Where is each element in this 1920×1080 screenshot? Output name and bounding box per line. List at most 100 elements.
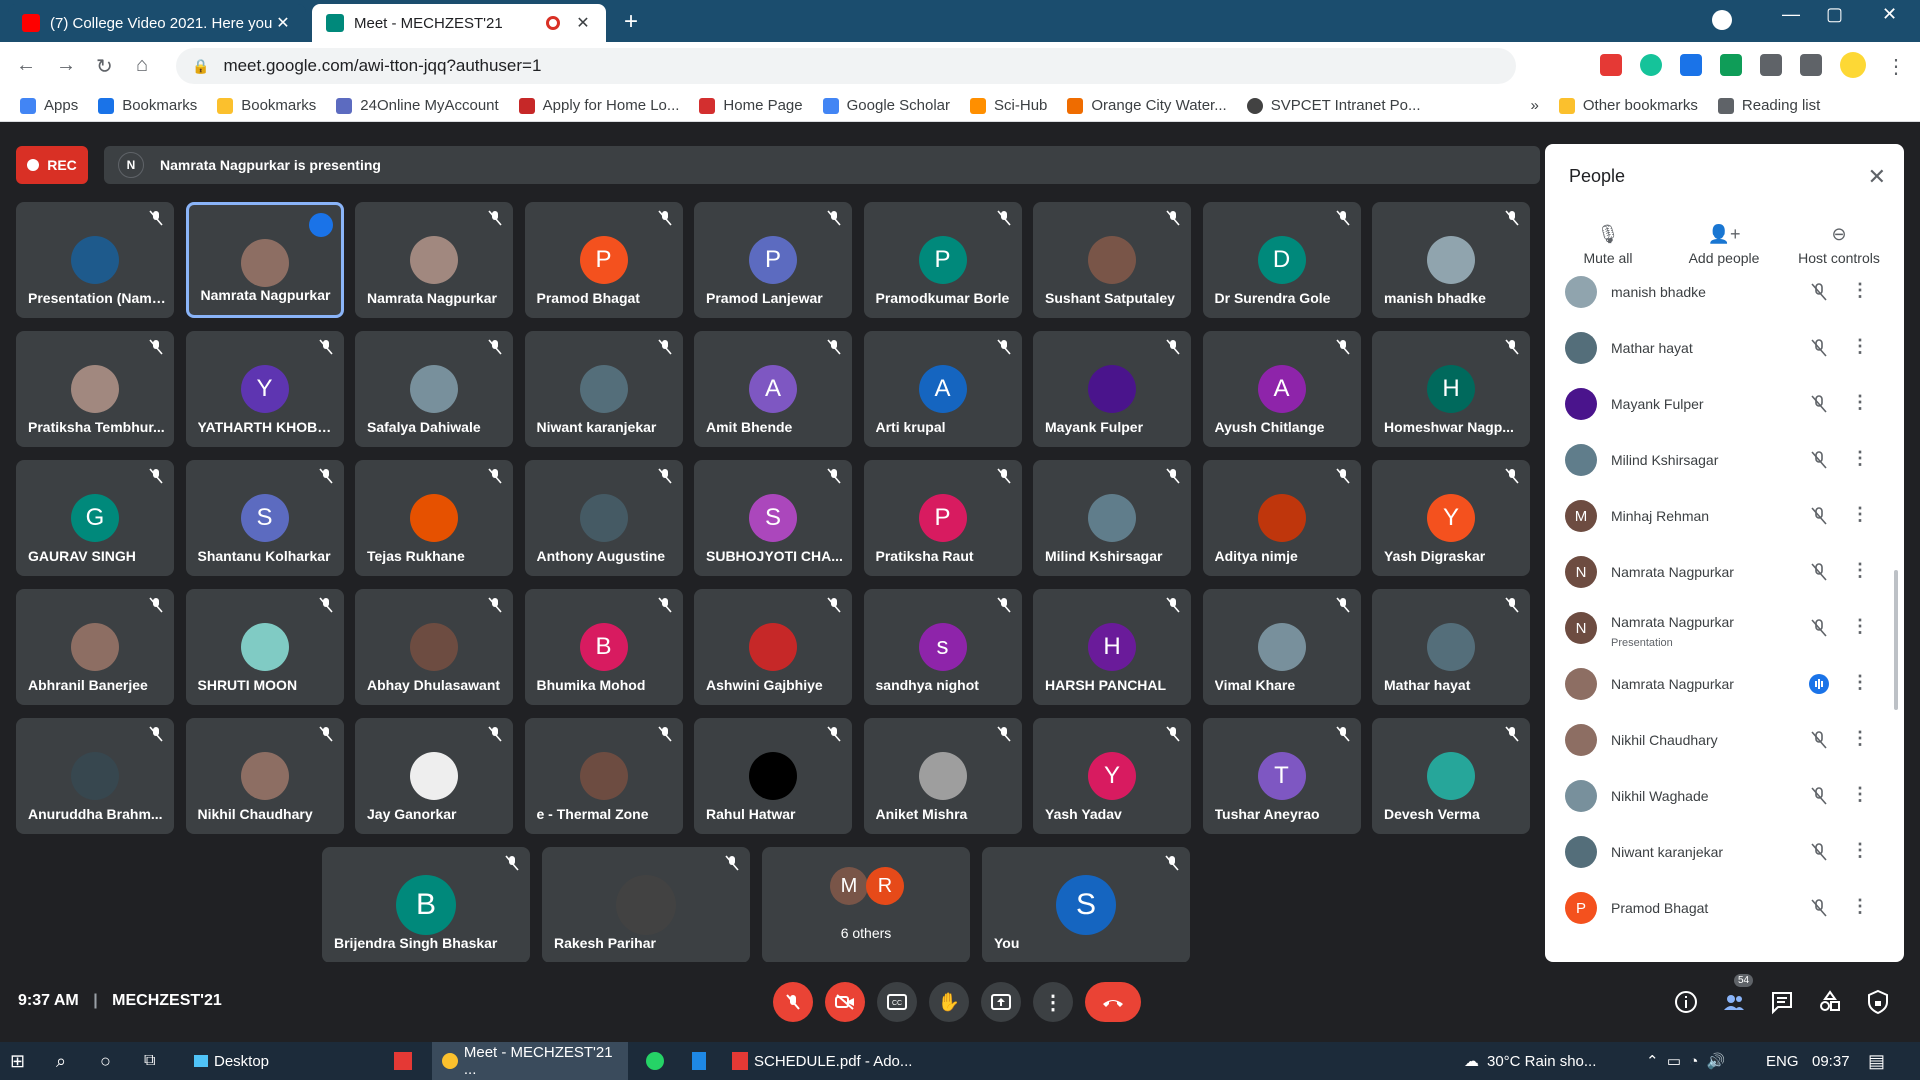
participant-row[interactable]: N Namrata Nagpurkar ⋮ [1545,546,1904,602]
cortana-icon[interactable]: ○ [100,1042,111,1080]
participant-tile[interactable]: Niwant karanjekar [524,331,683,447]
tab-youtube[interactable]: (7) College Video 2021. Here you ✕ [8,4,306,42]
participant-tile[interactable]: manish bhadke [1372,202,1530,318]
participant-tile[interactable]: P Pramod Lanjewar [694,202,852,318]
add-people-button[interactable]: 👤+ Add people [1674,224,1774,266]
close-window-icon[interactable]: ✕ [1882,4,1897,25]
more-vert-icon[interactable]: ⋮ [1851,728,1869,749]
participant-tile[interactable]: Mayank Fulper [1033,331,1191,447]
more-vert-icon[interactable]: ⋮ [1851,672,1869,693]
captions-button[interactable]: CC [877,982,917,1022]
participant-tile[interactable]: S SUBHOJYOTI CHA... [694,460,852,576]
chat-button[interactable] [1768,988,1796,1016]
participant-tile[interactable]: Safalya Dahiwale [355,331,513,447]
leave-call-button[interactable] [1085,982,1141,1022]
mic-off-icon[interactable] [1809,562,1829,582]
participant-row[interactable]: Mayank Fulper ⋮ [1545,378,1904,434]
media-icon[interactable] [1800,54,1822,76]
language-indicator[interactable]: ENG [1766,1042,1799,1080]
participant-tile[interactable]: Mathar hayat [1372,589,1530,705]
notifications-icon[interactable]: ▤ [1868,1042,1885,1080]
self-tile[interactable]: S You [982,847,1190,963]
start-button[interactable]: ⊞ [10,1042,25,1080]
participant-tile[interactable]: D Dr Surendra Gole [1202,202,1361,318]
activities-button[interactable] [1816,988,1844,1016]
bookmark-item[interactable]: 24Online MyAccount [336,97,499,114]
bookmark-item[interactable]: Apply for Home Lo... [518,97,679,114]
other-bookmarks[interactable]: Other bookmarks [1558,97,1698,114]
whatsapp-icon[interactable] [646,1042,664,1080]
participant-tile[interactable]: Nikhil Chaudhary [185,718,344,834]
mic-off-icon[interactable] [1809,450,1829,470]
forward-icon[interactable]: → [56,54,76,77]
participant-row[interactable]: manish bhadke ⋮ [1545,266,1904,322]
bookmark-item[interactable]: Google Scholar [822,97,950,114]
participant-tile[interactable]: A Arti krupal [863,331,1022,447]
participant-row[interactable]: Nikhil Waghade ⋮ [1545,770,1904,826]
extension-icon[interactable] [1680,54,1702,76]
grammarly-icon[interactable] [1640,54,1662,76]
home-icon[interactable]: ⌂ [136,54,148,77]
more-vert-icon[interactable]: ⋮ [1851,616,1869,637]
more-bookmarks-icon[interactable]: » [1531,97,1539,114]
participant-tile[interactable]: Presentation (Namrata Na... [16,202,174,318]
participant-tile[interactable]: P Pramod Bhagat [524,202,683,318]
panel-scrollbar[interactable] [1894,570,1898,710]
minimize-icon[interactable]: — [1782,4,1800,25]
mic-off-icon[interactable] [1809,394,1829,414]
host-controls-button[interactable]: ⊖ Host controls [1789,224,1889,266]
mic-off-icon[interactable] [1809,282,1829,302]
mic-off-button[interactable] [773,982,813,1022]
close-panel-icon[interactable]: ✕ [1868,164,1886,190]
participant-tile[interactable]: Sushant Satputaley [1033,202,1191,318]
participant-tile[interactable]: Jay Ganorkar [355,718,513,834]
participant-row[interactable]: M Minhaj Rehman ⋮ [1545,490,1904,546]
mute-all-button[interactable]: 🎙 Mute all [1558,224,1658,266]
mic-off-icon[interactable] [1809,338,1829,358]
participant-tile[interactable]: B Brijendra Singh Bhaskar [322,847,530,963]
extension-icon[interactable] [1600,54,1622,76]
participant-row[interactable]: N Namrata Nagpurkar Presentation ⋮ [1545,602,1904,658]
participant-tile[interactable]: Devesh Verma [1372,718,1530,834]
participant-tile[interactable]: G GAURAV SINGH [16,460,174,576]
puzzle-icon[interactable] [1760,54,1782,76]
participant-tile[interactable]: SHRUTI MOON [185,589,344,705]
taskbar-clock[interactable]: 09:37 [1812,1042,1850,1080]
others-tile[interactable]: MR 6 others [762,847,970,963]
participant-row[interactable]: P Pramod Bhagat ⋮ [1545,882,1904,938]
participant-tile[interactable]: Aditya nimje [1202,460,1361,576]
shield-icon[interactable] [1720,54,1742,76]
bookmark-item[interactable]: Home Page [699,97,803,114]
tab-meet[interactable]: Meet - MECHZEST'21 ✕ [312,4,606,42]
participant-row[interactable]: Namrata Nagpurkar ⋮ [1545,658,1904,714]
taskbar-desktop[interactable]: Desktop [194,1042,269,1080]
taskbar-acrobat[interactable]: SCHEDULE.pdf - Ado... [732,1042,912,1080]
more-vert-icon[interactable]: ⋮ [1851,784,1869,805]
task-view-icon[interactable]: ⧉ [144,1042,155,1080]
address-bar[interactable]: 🔒 meet.google.com/awi-tton-jqq?authuser=… [176,48,1516,84]
maximize-icon[interactable]: ▢ [1826,4,1843,25]
participant-tile[interactable]: Pratiksha Tembhur... [16,331,174,447]
bookmark-item[interactable]: Sci-Hub [970,97,1047,114]
participant-tile[interactable]: T Tushar Aneyrao [1202,718,1361,834]
back-icon[interactable]: ← [16,54,36,77]
mic-off-icon[interactable] [1809,786,1829,806]
participant-tile[interactable]: S Shantanu Kolharkar [185,460,344,576]
more-vert-icon[interactable]: ⋮ [1851,336,1869,357]
reload-icon[interactable]: ↻ [96,54,113,79]
weather-widget[interactable]: ☁ 30°C Rain sho... [1464,1042,1596,1080]
more-vert-icon[interactable]: ⋮ [1851,280,1869,301]
taskbar-app-icon[interactable] [692,1042,706,1080]
more-vert-icon[interactable]: ⋮ [1851,392,1869,413]
bookmark-item[interactable]: Orange City Water... [1067,97,1227,114]
close-tab-icon[interactable]: ✕ [274,13,292,33]
participant-tile[interactable]: Vimal Khare [1202,589,1361,705]
taskbar-chrome[interactable]: Meet - MECHZEST'21 ... [432,1042,628,1080]
participant-row[interactable]: Niwant karanjekar ⋮ [1545,826,1904,882]
participant-row[interactable]: Milind Kshirsagar ⋮ [1545,434,1904,490]
bookmark-item[interactable]: SVPCET Intranet Po... [1246,97,1421,114]
participant-tile[interactable]: Aniket Mishra [863,718,1022,834]
participant-tile[interactable]: A Ayush Chitlange [1202,331,1361,447]
more-vert-icon[interactable]: ⋮ [1851,840,1869,861]
mic-off-icon[interactable] [1809,506,1829,526]
